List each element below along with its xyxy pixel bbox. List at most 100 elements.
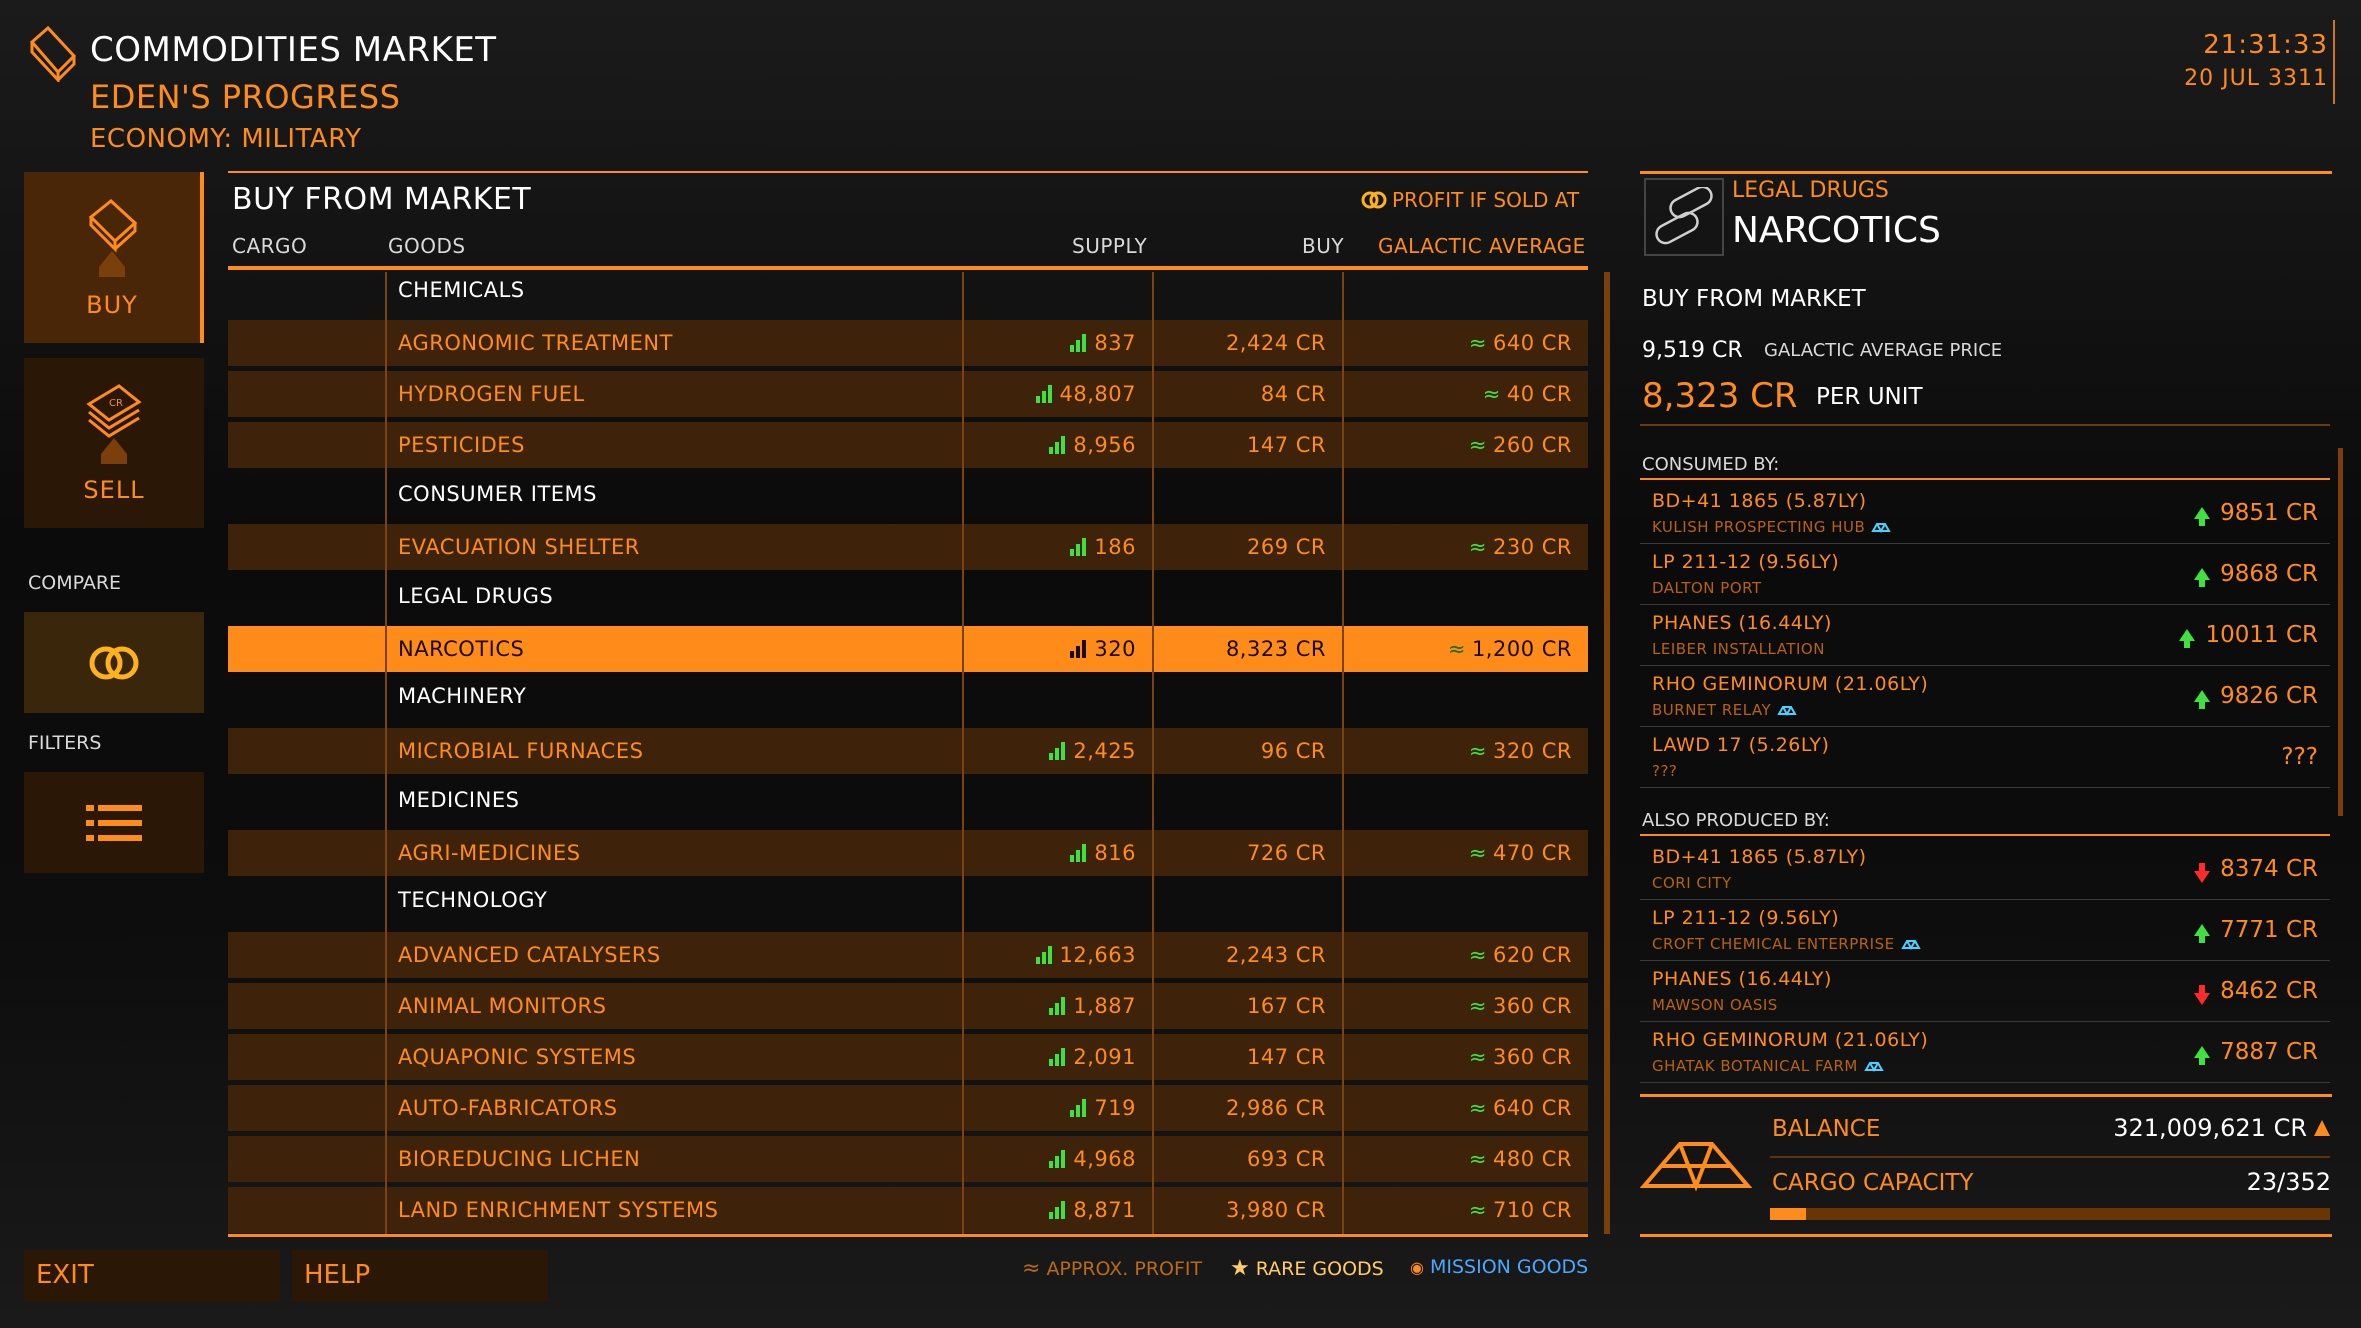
table-row[interactable]: HYDROGEN FUEL 48,807 84 CR ≈40 CR [228,371,1588,417]
commodity-name: PESTICIDES [398,433,525,457]
supply-value: 4,968 [1073,1147,1136,1171]
galactic-average-cell: ≈480 CR [1469,1147,1572,1171]
supply-cell: 320 [1070,637,1136,661]
station-name: BURNET RELAY [1652,701,1772,719]
commodity-name: MICROBIAL FURNACES [398,739,644,763]
approx-icon: ≈ [1468,1198,1487,1222]
column-supply[interactable]: SUPPLY [1072,234,1147,258]
supply-level-icon [1070,844,1087,862]
market-list-item[interactable]: PHANES (16.44LY) LEIBER INSTALLATION 10011… [1640,606,2330,666]
station-label: CORI CITY [1652,874,1732,892]
sell-tab[interactable]: CR SELL [24,358,204,528]
price-cell: 7887 CR [2194,1039,2318,1065]
table-row[interactable]: ADVANCED CATALYSERS 12,663 2,243 CR ≈620 CR [228,932,1588,978]
market-scrollbar[interactable] [1604,272,1610,1234]
buy-tab[interactable]: BUY [24,172,204,343]
approx-icon: ≈ [1468,433,1487,457]
cargo-capacity-label: CARGO CAPACITY [1772,1170,1974,1196]
system-name: BD+41 1865 (5.87LY) [1652,846,1867,868]
price-value: 9851 CR [2220,500,2318,526]
column-buy[interactable]: BUY [1302,234,1344,258]
system-name: RHO GEMINORUM (21.06LY) [1652,673,1929,695]
column-cargo[interactable]: CARGO [232,234,307,258]
table-row[interactable]: PESTICIDES 8,956 147 CR ≈260 CR [228,422,1588,468]
market-list-item[interactable]: RHO GEMINORUM (21.06LY) GHATAK BOTANICAL … [1640,1023,2330,1083]
category-row: LEGAL DRUGS [228,578,1588,612]
commodity-category: LEGAL DRUGS [1732,178,1889,203]
system-name: LP 211-12 (9.56LY) [1652,551,1840,573]
category-row: CHEMICALS [228,272,1588,306]
table-row[interactable]: ANIMAL MONITORS 1,887 167 CR ≈360 CR [228,983,1588,1029]
price-value: 10011 CR [2205,622,2318,648]
commodity-name: ANIMAL MONITORS [398,994,607,1018]
commodities-crate-icon [29,25,77,82]
column-galactic-average[interactable]: GALACTIC AVERAGE [1378,234,1586,258]
table-row[interactable]: EVACUATION SHELTER 186 269 CR ≈230 CR [228,524,1588,570]
detail-scrollbar[interactable] [2338,448,2343,816]
filters-label: FILTERS [28,732,102,754]
unit-price-label: PER UNIT [1816,384,1923,410]
arrow-up-icon [2194,507,2211,526]
price-value: 8374 CR [2220,856,2318,882]
commodity-name: CHEMICALS [398,278,525,302]
market-list-item[interactable]: LP 211-12 (9.56LY) DALTON PORT 9868 CR [1640,545,2330,605]
detail-subtitle: BUY FROM MARKET [1642,286,1866,312]
galactic-average-cell: ≈230 CR [1469,535,1572,559]
detail-top-divider [1640,171,2332,174]
filters-button[interactable] [24,772,204,873]
supply-value: 186 [1094,535,1136,559]
compare-button[interactable] [24,612,204,713]
supply-level-icon [1070,640,1087,658]
market-list-item[interactable]: BD+41 1865 (5.87LY) KULISH PROSPECTING HU… [1640,484,2330,544]
commodity-name: HYDROGEN FUEL [398,382,585,406]
approx-icon: ≈ [1468,994,1487,1018]
price-value: 7887 CR [2220,1039,2318,1065]
buy-price: 3,980 CR [1225,1198,1326,1222]
market-list-item[interactable]: LP 211-12 (9.56LY) CROFT CHEMICAL ENTERPR… [1640,901,2330,961]
cargo-capacity-fill [1770,1208,1807,1220]
approx-icon: ≈ [1482,382,1501,406]
market-list-item[interactable]: PHANES (16.44LY) MAWSON OASIS 8462 CR [1640,962,2330,1022]
supply-value: 2,091 [1073,1045,1136,1069]
help-button[interactable]: HELP [292,1250,548,1302]
table-row[interactable]: AGRONOMIC TREATMENT 837 2,424 CR ≈640 CR [228,320,1588,366]
legend-rare-goods: ★ RARE GOODS [1230,1256,1384,1281]
page-title: COMMODITIES MARKET [90,30,497,70]
supply-level-icon [1049,1201,1066,1219]
exit-button[interactable]: EXIT [24,1250,280,1302]
galactic-average-value: 640 CR [1492,331,1572,355]
galactic-average-cell: ≈470 CR [1469,841,1572,865]
table-row[interactable]: AGRI-MEDICINES 816 726 CR ≈470 CR [228,830,1588,876]
table-row[interactable]: AQUAPONIC SYSTEMS 2,091 147 CR ≈360 CR [228,1034,1588,1080]
table-row[interactable]: AUTO-FABRICATORS 719 2,986 CR ≈640 CR [228,1085,1588,1131]
market-top-divider [228,171,1588,173]
galactic-average-value: 230 CR [1492,535,1572,559]
table-row[interactable]: BIOREDUCING LICHEN 4,968 693 CR ≈480 CR [228,1136,1588,1182]
table-row[interactable]: MICROBIAL FURNACES 2,425 96 CR ≈320 CR [228,728,1588,774]
galactic-average-cell: ≈640 CR [1469,1096,1572,1120]
commodity-name: BIOREDUCING LICHEN [398,1147,641,1171]
produced-by-label: ALSO PRODUCED BY: [1642,810,1830,831]
approx-icon: ≈ [1468,331,1487,355]
station-label: KULISH PROSPECTING HUB [1652,518,1892,536]
table-row-selected[interactable]: NARCOTICS 320 8,323 CR ≈1,200 CR [228,626,1588,672]
cargo-capacity-bar [1770,1208,2330,1220]
market-list-item[interactable]: LAWD 17 (5.26LY)?????? [1640,728,2330,788]
column-goods[interactable]: GOODS [388,234,466,258]
supply-level-icon [1035,946,1052,964]
approx-icon: ≈ [1468,943,1487,967]
status-divider [1640,1094,2332,1097]
profit-indicator: PROFIT IF SOLD AT [1360,188,1579,212]
galactic-average-cell: ≈40 CR [1483,382,1572,406]
table-row[interactable]: LAND ENRICHMENT SYSTEMS 8,871 3,980 CR ≈710… [228,1187,1588,1233]
galactic-average-value: 360 CR [1492,1045,1572,1069]
station-name: KULISH PROSPECTING HUB [1652,518,1866,536]
supply-level-icon [1070,538,1087,556]
market-list-item[interactable]: RHO GEMINORUM (21.06LY) BURNET RELAY 9826 … [1640,667,2330,727]
market-list-item[interactable]: BD+41 1865 (5.87LY) CORI CITY 8374 CR [1640,840,2330,900]
consumed-divider [1640,478,2330,480]
price-cell: 7771 CR [2194,917,2318,943]
approx-icon: ≈ [1468,841,1487,865]
commodity-name: EVACUATION SHELTER [398,535,640,559]
galactic-average-value: 1,200 CR [1471,637,1572,661]
